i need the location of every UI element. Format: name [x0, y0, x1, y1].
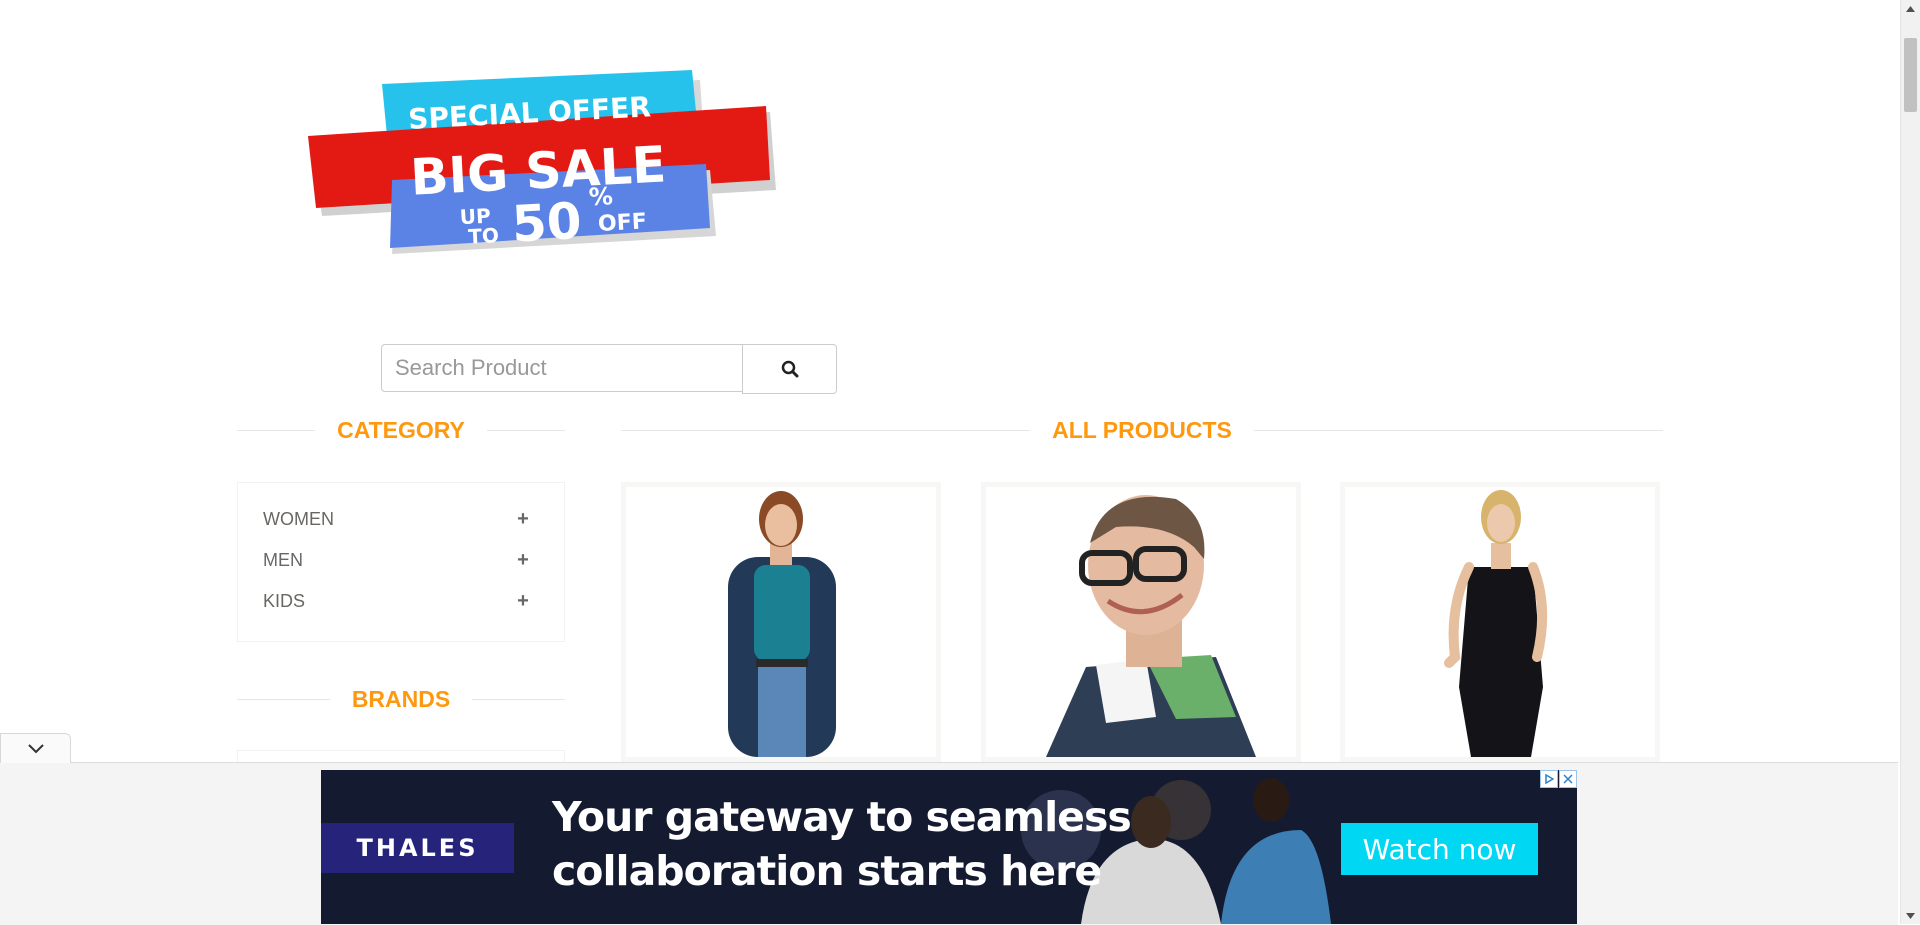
- product-card[interactable]: [621, 482, 941, 762]
- product-image: [1345, 487, 1655, 757]
- ad-headline-line1: Your gateway to seamless: [552, 793, 1132, 841]
- category-item-kids[interactable]: KIDS +: [263, 586, 533, 616]
- plus-icon[interactable]: +: [513, 508, 533, 531]
- divider: [1253, 429, 1663, 431]
- product-image: [986, 487, 1296, 757]
- close-icon: [1563, 774, 1573, 784]
- category-title: CATEGORY: [337, 416, 465, 443]
- vertical-scrollbar[interactable]: [1900, 0, 1920, 924]
- brands-title: BRANDS: [351, 685, 451, 712]
- product-card[interactable]: [1340, 482, 1660, 762]
- adchoices-icon: [1545, 774, 1554, 784]
- category-list: WOMEN + MEN + KIDS +: [237, 482, 565, 642]
- category-label: KIDS: [263, 590, 306, 611]
- products-title: ALL PRODUCTS: [1052, 416, 1232, 443]
- search-icon: [781, 360, 798, 378]
- category-item-men[interactable]: MEN +: [263, 545, 533, 575]
- brands-heading: BRANDS: [237, 679, 566, 719]
- product-image: [626, 487, 936, 757]
- divider: [237, 429, 316, 431]
- divider: [486, 429, 565, 431]
- ad-collapse-button[interactable]: [0, 733, 71, 763]
- plus-icon[interactable]: +: [513, 549, 533, 572]
- ad-controls: [1539, 770, 1577, 788]
- ad-close-button[interactable]: [1559, 770, 1577, 788]
- plus-icon[interactable]: +: [513, 590, 533, 613]
- category-label: MEN: [263, 549, 303, 570]
- search-input[interactable]: [381, 344, 743, 392]
- category-label: WOMEN: [263, 508, 334, 529]
- category-item-women[interactable]: WOMEN +: [263, 504, 533, 534]
- ad-headline-line2: collaboration starts here: [552, 847, 1102, 895]
- search-button[interactable]: [742, 344, 837, 394]
- watch-now-button[interactable]: Watch now: [1341, 823, 1538, 875]
- advertisement[interactable]: THALES Your gateway to seamless collabor…: [321, 770, 1577, 924]
- scroll-thumb[interactable]: [1904, 38, 1917, 112]
- banner-to: TO: [468, 223, 500, 249]
- scroll-up-arrow[interactable]: [1901, 0, 1920, 17]
- big-sale-graphic: SPECIAL OFFER BIG SALE UP TO 50 % OFF: [308, 70, 776, 254]
- product-card[interactable]: [981, 482, 1301, 762]
- advertiser-logo[interactable]: THALES: [321, 823, 514, 873]
- arrow-down-icon: [1906, 912, 1915, 919]
- scroll-down-arrow[interactable]: [1901, 907, 1920, 924]
- arrow-up-icon: [1906, 5, 1915, 12]
- banner-amount: 50: [510, 192, 583, 254]
- divider: [237, 698, 330, 700]
- ad-headline: Your gateway to seamless collaboration s…: [552, 790, 1132, 898]
- divider: [621, 429, 1031, 431]
- chevron-down-icon: [27, 743, 44, 753]
- banner-off: OFF: [597, 209, 647, 237]
- category-heading: CATEGORY: [237, 410, 565, 450]
- banner-percent: %: [588, 182, 613, 211]
- products-heading: ALL PRODUCTS: [621, 410, 1663, 450]
- promo-banner[interactable]: SPECIAL OFFER BIG SALE UP TO 50 % OFF: [300, 40, 800, 270]
- divider: [472, 698, 566, 700]
- ad-choices-button[interactable]: [1540, 770, 1558, 788]
- product-search: [381, 344, 837, 394]
